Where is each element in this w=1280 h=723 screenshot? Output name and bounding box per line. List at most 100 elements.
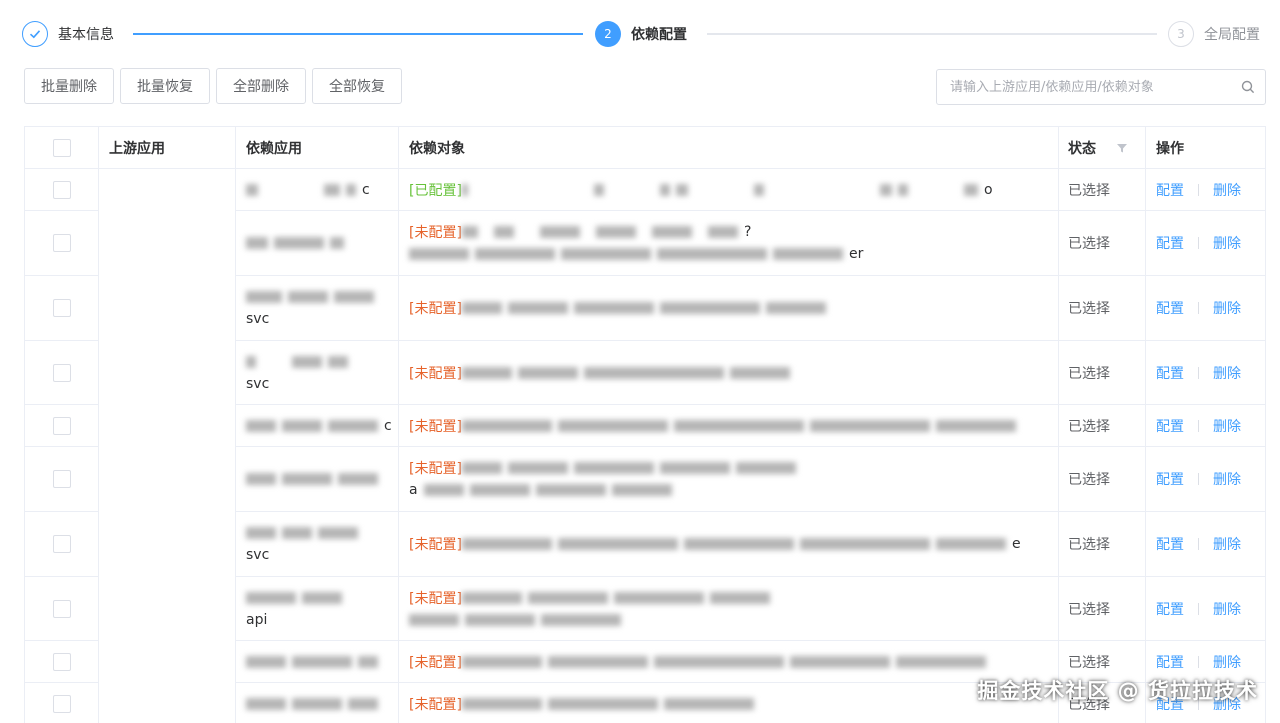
actions: 配置 删除: [1146, 341, 1265, 404]
row-select: [25, 169, 99, 210]
select-all-checkbox[interactable]: [52, 139, 71, 157]
object-cell: [未配置]: [399, 577, 1059, 640]
row-select: [25, 341, 99, 404]
config-tag: [未配置]: [409, 418, 462, 435]
divider: [1198, 473, 1199, 485]
config-link[interactable]: 配置: [1156, 534, 1184, 554]
config-link[interactable]: 配置: [1156, 180, 1184, 200]
row-checkbox[interactable]: [52, 416, 71, 435]
actions: 配置 删除: [1146, 512, 1265, 576]
site-watermark: 掘金技术社区 @ 货拉拉技术: [977, 679, 1258, 703]
step-label: 全局配置: [1204, 27, 1260, 43]
search-input[interactable]: [937, 70, 1231, 104]
header-status: 状态: [1059, 127, 1146, 169]
row-select: [25, 405, 99, 446]
config-tag: [已配置]: [409, 182, 462, 199]
object-cell: [未配置]: [399, 405, 1059, 446]
row-select: [25, 276, 99, 340]
config-link[interactable]: 配置: [1156, 469, 1184, 489]
step-global-config[interactable]: 3 全局配置: [1168, 20, 1260, 48]
dependency-app: svc: [246, 547, 270, 563]
config-link[interactable]: 配置: [1156, 298, 1184, 318]
divider: [1198, 602, 1199, 615]
status-text: 已选择: [1059, 276, 1146, 340]
search-icon[interactable]: [1231, 80, 1265, 94]
dependency-cell: [236, 447, 399, 511]
divider: [1198, 302, 1199, 314]
actions: 配置 删除: [1146, 405, 1265, 446]
header-action: 操作: [1156, 141, 1184, 157]
row-select: [25, 577, 99, 640]
table-header: 上游应用 依赖应用 依赖对象 状态 操作: [25, 127, 1265, 169]
config-link[interactable]: 配置: [1156, 233, 1184, 253]
delete-link[interactable]: 删除: [1213, 534, 1241, 554]
status-text: 已选择: [1059, 169, 1146, 210]
step-dependency-config[interactable]: 2 依赖配置: [595, 20, 687, 48]
header-select-all: [25, 127, 99, 169]
config-tag: [未配置]: [409, 654, 462, 671]
dependency-cell: svc: [236, 276, 399, 340]
config-tag: [未配置]: [409, 696, 462, 713]
divider: [1198, 183, 1199, 196]
config-link[interactable]: 配置: [1156, 652, 1184, 672]
dependency-app: api: [246, 611, 268, 628]
batch-delete-button[interactable]: 批量删除: [24, 68, 114, 104]
check-icon: [22, 21, 48, 47]
row-checkbox[interactable]: [52, 535, 71, 553]
row-checkbox[interactable]: [52, 180, 71, 199]
config-tag: [未配置]: [409, 225, 462, 241]
delete-link[interactable]: 删除: [1213, 363, 1241, 383]
delete-link[interactable]: 删除: [1213, 652, 1241, 672]
row-checkbox[interactable]: [52, 599, 71, 618]
step-number: 2: [595, 21, 621, 47]
step-number: 3: [1168, 21, 1194, 47]
row-checkbox[interactable]: [52, 299, 71, 317]
delete-link[interactable]: 删除: [1213, 298, 1241, 318]
object-cell: [未配置]? er: [399, 211, 1059, 275]
actions: 配置 删除: [1146, 169, 1265, 210]
row-select: [25, 512, 99, 576]
dependency-cell: svc: [236, 341, 399, 404]
config-link[interactable]: 配置: [1156, 363, 1184, 383]
delete-all-button[interactable]: 全部删除: [216, 68, 306, 104]
delete-link[interactable]: 删除: [1213, 416, 1241, 436]
delete-link[interactable]: 删除: [1213, 233, 1241, 253]
batch-restore-button[interactable]: 批量恢复: [120, 68, 210, 104]
step-connector-1: [133, 33, 583, 35]
row-checkbox[interactable]: [52, 652, 71, 671]
status-text: 已选择: [1059, 577, 1146, 640]
row-checkbox[interactable]: [52, 363, 71, 382]
object-cell: [未配置]: [399, 276, 1059, 340]
object-text-line2: a: [409, 482, 418, 498]
step-basic-info[interactable]: 基本信息: [22, 20, 114, 48]
filter-icon[interactable]: [1116, 142, 1128, 154]
divider: [1198, 419, 1199, 432]
row-checkbox[interactable]: [52, 694, 71, 713]
config-tag: [未配置]: [409, 537, 462, 553]
config-link[interactable]: 配置: [1156, 599, 1184, 619]
row-select: [25, 447, 99, 511]
config-link[interactable]: 配置: [1156, 416, 1184, 436]
divider: [1198, 366, 1199, 379]
delete-link[interactable]: 删除: [1213, 469, 1241, 489]
object-cell: [未配置] a: [399, 447, 1059, 511]
object-text-line2: er: [849, 246, 864, 262]
status-text: 已选择: [1059, 447, 1146, 511]
header-status-label: 状态: [1068, 141, 1096, 157]
object-text: o: [983, 181, 993, 198]
object-cell: [已配置] o: [399, 169, 1059, 210]
object-text: e: [1011, 536, 1021, 552]
delete-link[interactable]: 删除: [1213, 599, 1241, 619]
upstream-merged-cell: [99, 169, 236, 723]
dependency-table: 上游应用 依赖应用 依赖对象 状态 操作 c [已配置] o 已选择 配置 删除 […: [24, 126, 1266, 723]
row-select: [25, 211, 99, 275]
restore-all-button[interactable]: 全部恢复: [312, 68, 402, 104]
config-tag: [未配置]: [409, 590, 462, 607]
status-text: 已选择: [1059, 211, 1146, 275]
row-checkbox[interactable]: [52, 234, 71, 252]
status-text: 已选择: [1059, 405, 1146, 446]
object-text: ?: [743, 224, 752, 240]
row-checkbox[interactable]: [52, 470, 71, 488]
delete-link[interactable]: 删除: [1213, 180, 1241, 200]
toolbar: 批量删除 批量恢复 全部删除 全部恢复: [24, 68, 402, 104]
